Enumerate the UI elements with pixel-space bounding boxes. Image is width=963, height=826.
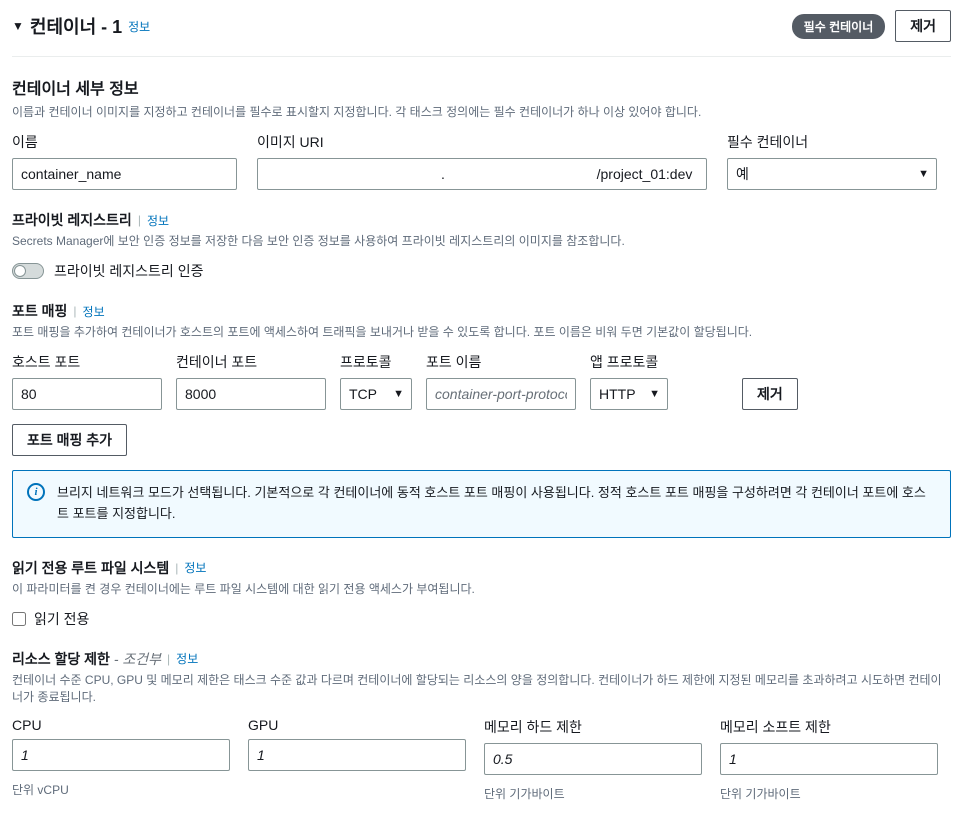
remove-port-button[interactable]: 제거: [742, 378, 798, 410]
registry-desc: Secrets Manager에 보안 인증 정보를 저장한 다음 보안 인증 …: [12, 232, 951, 249]
registry-toggle-label: 프라이빗 레지스트리 인증: [54, 261, 203, 281]
divider: |: [175, 561, 178, 575]
essential-select[interactable]: 예: [727, 158, 937, 190]
private-registry-toggle[interactable]: [12, 263, 44, 279]
mem-soft-label: 메모리 소프트 제한: [720, 717, 938, 737]
divider: |: [73, 304, 76, 318]
readonly-checkbox-label: 읽기 전용: [34, 609, 89, 629]
name-label: 이름: [12, 132, 237, 152]
image-uri-input[interactable]: [257, 158, 707, 190]
registry-info-link[interactable]: 정보: [147, 212, 169, 229]
gpu-input[interactable]: [248, 739, 466, 771]
app-protocol-select[interactable]: HTTP: [590, 378, 668, 410]
container-title: 컨테이너 - 1: [30, 13, 122, 39]
header-info-link[interactable]: 정보: [128, 18, 150, 35]
cpu-label: CPU: [12, 717, 230, 733]
port-title: 포트 매핑: [12, 301, 67, 321]
container-port-label: 컨테이너 포트: [176, 352, 326, 372]
details-title: 컨테이너 세부 정보: [12, 75, 951, 99]
readonly-root-section: 읽기 전용 루트 파일 시스템 | 정보 이 파라미터를 켠 경우 컨테이너에는…: [12, 558, 951, 629]
image-uri-label: 이미지 URI: [257, 132, 707, 152]
readonly-title: 읽기 전용 루트 파일 시스템: [12, 558, 169, 578]
mem-soft-input[interactable]: [720, 743, 938, 775]
essential-label: 필수 컨테이너: [727, 132, 937, 152]
protocol-select[interactable]: TCP: [340, 378, 412, 410]
host-port-input[interactable]: [12, 378, 162, 410]
cpu-hint: 단위 vCPU: [12, 781, 230, 798]
port-name-label: 포트 이름: [426, 352, 576, 372]
divider: |: [138, 213, 141, 227]
container-name-input[interactable]: [12, 158, 237, 190]
registry-title: 프라이빗 레지스트리: [12, 210, 132, 230]
resource-limits-section: 리소스 할당 제한 - 조건부 | 정보 컨테이너 수준 CPU, GPU 및 …: [12, 649, 951, 802]
private-registry-section: 프라이빗 레지스트리 | 정보 Secrets Manager에 보안 인증 정…: [12, 210, 951, 281]
details-desc: 이름과 컨테이너 이미지를 지정하고 컨테이너를 필수로 표시할지 지정합니다.…: [12, 103, 951, 120]
cpu-input[interactable]: [12, 739, 230, 771]
port-info-link[interactable]: 정보: [83, 303, 105, 320]
readonly-checkbox[interactable]: [12, 612, 26, 626]
resource-title: 리소스 할당 제한 - 조건부: [12, 649, 161, 669]
mem-hard-input[interactable]: [484, 743, 702, 775]
mem-hard-hint: 단위 기가바이트: [484, 785, 702, 802]
mem-hard-label: 메모리 하드 제한: [484, 717, 702, 737]
container-details-section: 컨테이너 세부 정보 이름과 컨테이너 이미지를 지정하고 컨테이너를 필수로 …: [12, 75, 951, 190]
resource-desc: 컨테이너 수준 CPU, GPU 및 메모리 제한은 태스크 수준 값과 다르며…: [12, 671, 951, 705]
port-desc: 포트 매핑을 추가하여 컨테이너가 호스트의 포트에 액세스하여 트래픽을 보내…: [12, 323, 951, 340]
divider: |: [167, 652, 170, 666]
bridge-mode-info: i 브리지 네트워크 모드가 선택됩니다. 기본적으로 각 컨테이너에 동적 호…: [12, 470, 951, 538]
port-mapping-section: 포트 매핑 | 정보 포트 매핑을 추가하여 컨테이너가 호스트의 포트에 액세…: [12, 301, 951, 538]
mem-soft-hint: 단위 기가바이트: [720, 785, 938, 802]
info-icon: i: [27, 483, 45, 501]
container-header: ▼ 컨테이너 - 1 정보 필수 컨테이너 제거: [12, 4, 951, 57]
bridge-info-text: 브리지 네트워크 모드가 선택됩니다. 기본적으로 각 컨테이너에 동적 호스트…: [57, 483, 936, 525]
resource-info-link[interactable]: 정보: [176, 650, 198, 667]
essential-badge: 필수 컨테이너: [792, 14, 886, 39]
port-name-input[interactable]: [426, 378, 576, 410]
app-protocol-label: 앱 프로토콜: [590, 352, 668, 372]
host-port-label: 호스트 포트: [12, 352, 162, 372]
protocol-label: 프로토콜: [340, 352, 412, 372]
container-port-input[interactable]: [176, 378, 326, 410]
remove-container-button[interactable]: 제거: [895, 10, 951, 42]
add-port-mapping-button[interactable]: 포트 매핑 추가: [12, 424, 127, 456]
gpu-label: GPU: [248, 717, 466, 733]
readonly-desc: 이 파라미터를 켠 경우 컨테이너에는 루트 파일 시스템에 대한 읽기 전용 …: [12, 580, 951, 597]
readonly-info-link[interactable]: 정보: [184, 559, 206, 576]
collapse-caret-icon[interactable]: ▼: [12, 19, 24, 33]
